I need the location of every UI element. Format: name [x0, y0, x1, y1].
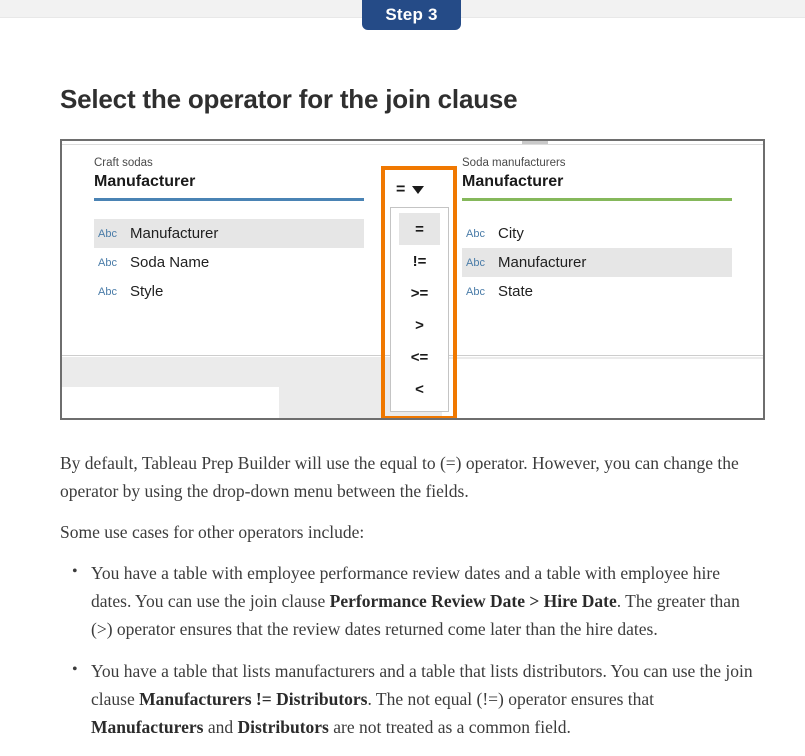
chrome-nub	[522, 141, 548, 144]
list-item[interactable]: Abc City	[462, 219, 732, 248]
right-table-label: Soda manufacturers	[462, 157, 566, 169]
text-type-icon: Abc	[466, 227, 485, 240]
field-name: Manufacturer	[130, 225, 219, 242]
bullet-2-text-part-4: are not treated as a common field.	[328, 717, 571, 737]
list-item[interactable]: Abc Soda Name	[94, 248, 364, 277]
list-item: You have a table with employee performan…	[60, 558, 760, 643]
highlight-callout-box	[381, 166, 457, 418]
article-body: By default, Tableau Prep Builder will us…	[60, 449, 760, 755]
text-type-icon: Abc	[466, 256, 485, 269]
text-type-icon: Abc	[466, 285, 485, 298]
field-name: Manufacturer	[498, 254, 587, 271]
text-type-icon: Abc	[98, 285, 117, 298]
text-type-icon: Abc	[98, 227, 117, 240]
bullet-2-text-part-2: . The not equal (!=) operator ensures th…	[367, 689, 655, 709]
left-field-list: Abc Manufacturer Abc Soda Name Abc Style	[94, 219, 364, 306]
field-name: Soda Name	[130, 254, 210, 271]
bullet-2-bold-distributors: Distributors	[237, 717, 329, 737]
lower-white-panel-left	[62, 387, 279, 418]
list-item[interactable]: Abc Manufacturer	[94, 219, 364, 248]
lower-white-panel-right	[442, 359, 763, 418]
lower-divider-bottom	[392, 418, 422, 420]
bullet-2-bold-clause: Manufacturers != Distributors	[139, 689, 368, 709]
join-left-panel: Craft sodas Manufacturer Abc Manufacture…	[94, 157, 364, 306]
bullet-2-text-part-3: and	[203, 717, 238, 737]
screenshot-figure: Craft sodas Manufacturer Abc Manufacture…	[60, 139, 765, 420]
figure-inner: Craft sodas Manufacturer Abc Manufacture…	[62, 141, 763, 418]
paragraph-use-cases-intro: Some use cases for other operators inclu…	[60, 522, 365, 542]
list-item[interactable]: Abc Manufacturer	[462, 248, 732, 277]
field-name: State	[498, 283, 534, 300]
page-title: Select the operator for the join clause	[60, 84, 518, 114]
list-item: You have a table that lists manufacturer…	[60, 656, 760, 741]
bullet-1-bold-clause: Performance Review Date > Hire Date	[329, 591, 617, 611]
list-item[interactable]: Abc State	[462, 277, 732, 306]
step-badge: Step 3	[362, 0, 461, 30]
use-case-list: You have a table with employee performan…	[60, 558, 760, 741]
bullet-2-bold-manufacturers: Manufacturers	[91, 717, 204, 737]
left-field-title: Manufacturer	[94, 173, 196, 190]
field-name: City	[498, 225, 524, 242]
paragraph-default-operator: By default, Tableau Prep Builder will us…	[60, 453, 739, 501]
right-field-title: Manufacturer	[462, 173, 564, 190]
left-field-underline	[94, 198, 364, 201]
field-name: Style	[130, 283, 164, 300]
text-type-icon: Abc	[98, 256, 117, 269]
join-right-panel: Soda manufacturers Manufacturer Abc City…	[462, 157, 732, 306]
list-item[interactable]: Abc Style	[94, 277, 364, 306]
right-field-list: Abc City Abc Manufacturer Abc State	[462, 219, 732, 306]
left-table-label: Craft sodas	[94, 157, 153, 169]
right-field-underline	[462, 198, 732, 201]
